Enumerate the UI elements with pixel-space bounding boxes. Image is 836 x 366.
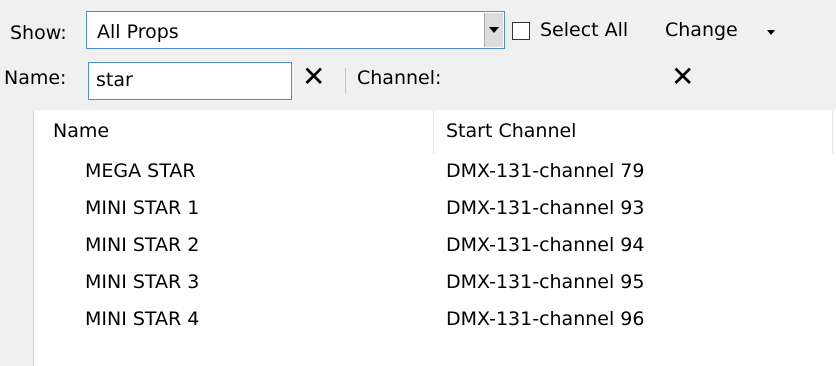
column-divider[interactable]: [433, 110, 434, 154]
show-dropdown[interactable]: All Props: [86, 11, 505, 49]
column-header-start-channel[interactable]: Start Channel: [446, 122, 576, 141]
prop-start-channel: DMX-131-channel 79: [446, 160, 645, 182]
prop-start-channel: DMX-131-channel 93: [446, 197, 645, 219]
show-label: Show:: [10, 22, 67, 44]
column-divider[interactable]: [832, 110, 833, 154]
select-all-checkbox[interactable]: [512, 22, 530, 40]
caret-down-icon[interactable]: [767, 30, 775, 35]
show-dropdown-value: All Props: [97, 21, 179, 43]
column-header-name[interactable]: Name: [53, 122, 109, 141]
filter-divider: [345, 68, 346, 94]
prop-start-channel: DMX-131-channel 95: [446, 271, 645, 293]
list-row[interactable]: MEGA STAR DMX-131-channel 79: [34, 154, 836, 191]
dropdown-arrow-button[interactable]: [484, 13, 503, 47]
prop-name: MINI STAR 3: [85, 271, 200, 293]
prop-name: MINI STAR 4: [85, 308, 200, 330]
name-filter-value: star: [96, 69, 133, 91]
list-row[interactable]: MINI STAR 2 DMX-131-channel 94: [34, 228, 836, 265]
prop-start-channel: DMX-131-channel 96: [446, 308, 645, 330]
channel-filter-label: Channel:: [357, 67, 442, 89]
column-header: Name Start Channel: [34, 110, 836, 154]
change-menu-button[interactable]: Change: [665, 21, 738, 40]
prop-name: MINI STAR 1: [85, 197, 200, 219]
prop-name: MEGA STAR: [85, 160, 196, 182]
name-filter-label: Name:: [4, 67, 67, 89]
list-row[interactable]: MINI STAR 1 DMX-131-channel 93: [34, 191, 836, 228]
prop-start-channel: DMX-131-channel 94: [446, 234, 645, 256]
clear-name-icon[interactable]: ✕: [302, 63, 325, 91]
list-row[interactable]: MINI STAR 3 DMX-131-channel 95: [34, 265, 836, 302]
name-filter-input[interactable]: star: [88, 62, 292, 100]
chevron-down-icon: [489, 27, 499, 33]
prop-name: MINI STAR 2: [85, 234, 200, 256]
clear-channel-icon[interactable]: ✕: [671, 63, 694, 91]
list-row[interactable]: MINI STAR 4 DMX-131-channel 96: [34, 302, 836, 339]
select-all-label[interactable]: Select All: [540, 21, 628, 40]
props-list[interactable]: Name Start Channel MEGA STAR DMX-131-cha…: [33, 110, 836, 366]
